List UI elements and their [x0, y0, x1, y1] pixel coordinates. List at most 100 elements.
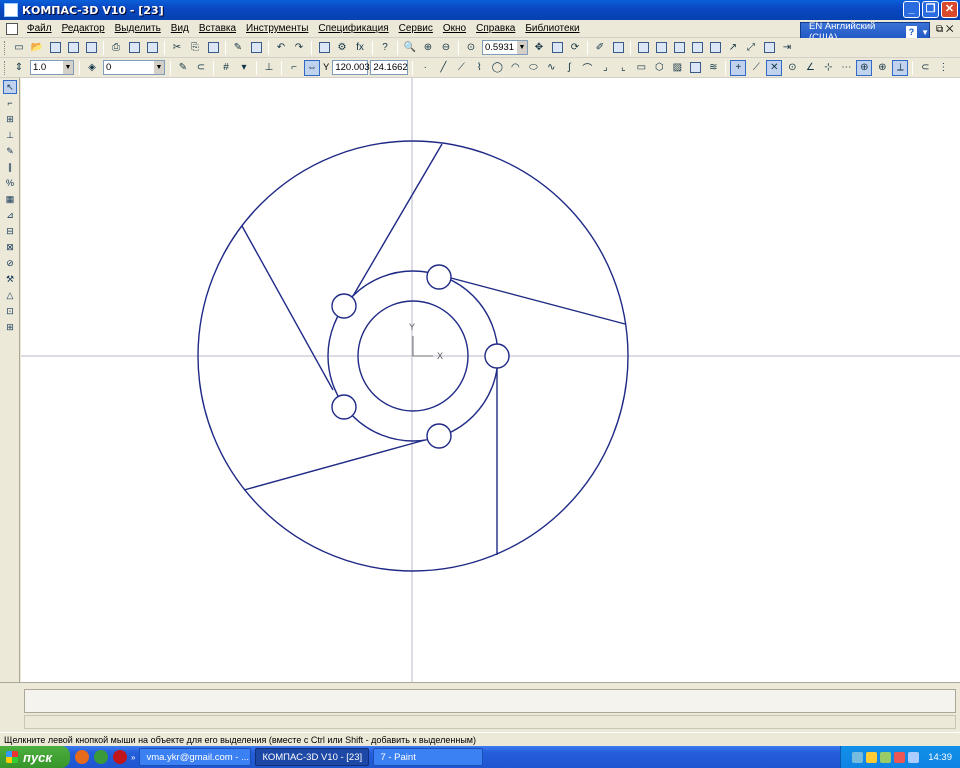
bolt-hole[interactable]: [426, 264, 452, 290]
bolt-hole[interactable]: [484, 343, 510, 369]
measure-tool-icon[interactable]: %: [3, 176, 17, 190]
select-tool-icon[interactable]: ▦: [3, 192, 17, 206]
edit-icon[interactable]: ✎: [3, 144, 17, 158]
contour-icon[interactable]: [687, 60, 703, 76]
property-field[interactable]: [24, 689, 956, 713]
segment-icon[interactable]: ⟋: [453, 60, 469, 76]
task-paint[interactable]: 7 - Paint: [373, 748, 484, 766]
volume-icon[interactable]: [880, 751, 892, 763]
document-window-controls[interactable]: ⧉ ✕: [936, 24, 954, 35]
menu-service[interactable]: Сервис: [394, 23, 438, 34]
snap-point-on-curve-icon[interactable]: ⊙: [784, 60, 800, 76]
help-icon[interactable]: ?: [905, 26, 918, 38]
parametrization-icon[interactable]: ∥: [3, 160, 17, 174]
menu-tools[interactable]: Инструменты: [241, 23, 313, 34]
document-icon[interactable]: [6, 22, 18, 35]
zoom-in-icon[interactable]: ⊕: [420, 40, 436, 56]
geometry-icon[interactable]: ⌐: [3, 96, 17, 110]
menu-specification[interactable]: Спецификация: [313, 23, 393, 34]
menu-editor[interactable]: Редактор: [57, 23, 110, 34]
snap-options-icon[interactable]: ⊂: [917, 60, 933, 76]
menu-insert[interactable]: Вставка: [194, 23, 241, 34]
copy-icon[interactable]: ⎘: [187, 40, 203, 56]
firefox-icon[interactable]: [75, 750, 89, 764]
break-icon[interactable]: [707, 40, 723, 56]
display-tray-icon[interactable]: [908, 751, 920, 763]
format-painter-icon[interactable]: ✎: [230, 40, 246, 56]
close-button[interactable]: ✕: [941, 1, 958, 18]
line-icon[interactable]: ╱: [435, 60, 451, 76]
designations-icon[interactable]: ⊥: [3, 128, 17, 142]
cursor-coords-icon[interactable]: ⇔: [304, 59, 320, 76]
manager-icon[interactable]: [248, 40, 264, 56]
properties-icon[interactable]: [144, 40, 160, 56]
polyline-icon[interactable]: ⌇: [471, 60, 487, 76]
local-view-icon[interactable]: [689, 40, 705, 56]
rectangle-icon[interactable]: ▭: [633, 60, 649, 76]
chevron-down-icon[interactable]: ▼: [63, 61, 73, 74]
refresh-icon[interactable]: ⟳: [567, 40, 583, 56]
menu-file[interactable]: Файл: [22, 23, 57, 34]
arc-icon[interactable]: ◠: [507, 60, 523, 76]
spec-icon[interactable]: ⊟: [3, 224, 17, 238]
menu-select[interactable]: Выделить: [110, 23, 166, 34]
task-kompas[interactable]: КОМПАС-3D V10 - [23]: [255, 748, 370, 766]
coord-y-field[interactable]: 24.1662: [370, 60, 409, 75]
dimensions-icon[interactable]: ⊞: [3, 112, 17, 126]
menu-window[interactable]: Окно: [438, 23, 471, 34]
paste-icon[interactable]: [205, 40, 221, 56]
chevron-down-icon[interactable]: ▼: [517, 41, 527, 54]
task-gmail[interactable]: vma.ykr@gmail.com - ...: [139, 748, 252, 766]
triangle-icon[interactable]: △: [3, 288, 17, 302]
start-button[interactable]: пуск: [0, 746, 70, 768]
point-icon[interactable]: ·: [417, 60, 433, 76]
toolbar-grip[interactable]: [4, 60, 7, 75]
bolt-hole[interactable]: [331, 394, 357, 420]
bolt-hole[interactable]: [331, 293, 357, 319]
open-folder-icon[interactable]: 📂: [29, 40, 45, 56]
measure-icon[interactable]: ✐: [592, 40, 608, 56]
network-icon[interactable]: [852, 751, 864, 763]
grid-icon[interactable]: #: [218, 60, 234, 76]
antivirus-icon[interactable]: [894, 751, 906, 763]
nurbs-icon[interactable]: ∫: [561, 60, 577, 76]
magnet-icon[interactable]: ⊂: [193, 60, 209, 76]
cut-line-icon[interactable]: ⤢: [743, 40, 759, 56]
grid-dropdown-icon[interactable]: ▾: [236, 60, 252, 76]
equidistant-icon[interactable]: ≋: [705, 60, 721, 76]
report-icon[interactable]: ⊠: [3, 240, 17, 254]
pan-icon[interactable]: ✥: [531, 40, 547, 56]
ortho-icon[interactable]: ⌐: [286, 60, 302, 76]
snap-intersection-icon[interactable]: ✕: [766, 59, 783, 76]
circle-icon[interactable]: ◯: [489, 60, 505, 76]
quicklaunch-chevron-icon[interactable]: »: [131, 753, 135, 762]
bezier-icon[interactable]: ⌒: [579, 60, 595, 76]
chevron-down-icon[interactable]: ▼: [921, 28, 929, 37]
chevron-down-icon[interactable]: ▼: [154, 61, 164, 74]
snap-nearest-icon[interactable]: +: [730, 59, 747, 76]
toolbar-grip[interactable]: [4, 40, 7, 55]
polygon-icon[interactable]: ⬡: [651, 60, 667, 76]
chrome-icon[interactable]: [94, 750, 108, 764]
associative-icon[interactable]: ⊿: [3, 208, 17, 222]
style-icon[interactable]: ✎: [175, 60, 191, 76]
zoom-window-icon[interactable]: 🔍: [402, 40, 418, 56]
coord-x-field[interactable]: 120.003: [332, 60, 370, 75]
menu-libraries[interactable]: Библиотеки: [520, 23, 584, 34]
snap-normal-icon[interactable]: ⟂: [892, 59, 909, 76]
layer-icon[interactable]: ◈: [84, 60, 100, 76]
snap-tangent-icon[interactable]: ⟋: [748, 60, 764, 76]
select-arrow-icon[interactable]: ↖: [3, 80, 17, 94]
snap-more-icon[interactable]: ⋮: [935, 60, 951, 76]
print-preview-icon[interactable]: [83, 40, 99, 56]
layers-icon[interactable]: [316, 40, 332, 56]
more-icon[interactable]: ⇥: [779, 40, 795, 56]
zoom-icon[interactable]: ⊙: [463, 40, 479, 56]
cut-icon[interactable]: ✂: [169, 40, 185, 56]
snap-middle-icon[interactable]: ⊹: [820, 60, 836, 76]
save-icon[interactable]: [47, 40, 63, 56]
new-document-icon[interactable]: ▭: [11, 40, 27, 56]
function-icon[interactable]: fx: [352, 40, 368, 56]
snap-alignment-icon[interactable]: ⊕: [874, 60, 890, 76]
preview-icon[interactable]: [126, 40, 142, 56]
